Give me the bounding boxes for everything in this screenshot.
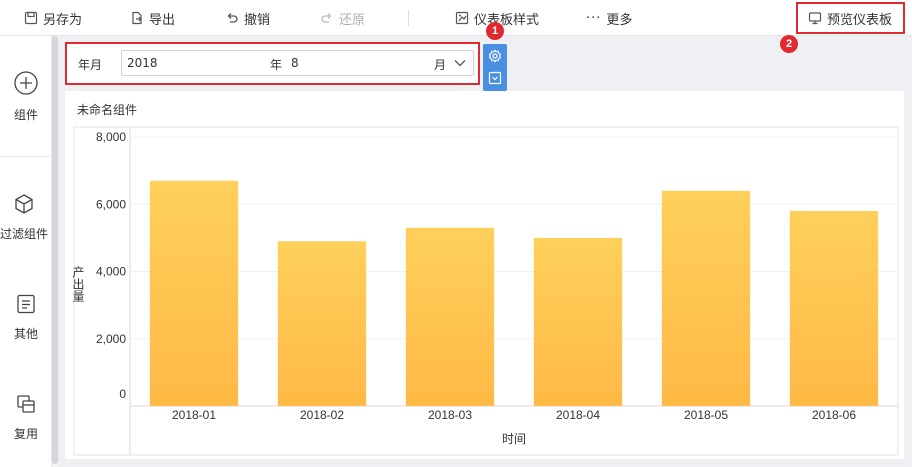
redo-label: 还原 [339, 12, 366, 28]
export-label: 导出 [149, 12, 176, 28]
save-as-label: 另存为 [43, 12, 83, 28]
chart-widget[interactable]: 未命名组件 0 2,000 4,000 6,000 8,000 2018-01 2018-… [65, 91, 904, 459]
sidebar-item-other[interactable]: 其他 [0, 293, 52, 342]
bar-2018-05[interactable] [661, 190, 751, 406]
x-tick-label: 2018-04 [556, 408, 600, 422]
collapse-button[interactable] [487, 70, 503, 86]
toolbar-divider [408, 10, 409, 26]
sidebar-divider [0, 156, 50, 157]
month-value: 8 [291, 56, 299, 70]
y-tick-label: 8,000 [96, 130, 126, 144]
more-label: 更多 [606, 12, 633, 28]
x-tick-label: 2018-05 [684, 408, 728, 422]
more-dots-icon: ··· [586, 10, 602, 26]
x-tick-label: 2018-03 [428, 408, 472, 422]
export-icon [132, 11, 142, 25]
sidebar-scrollbar[interactable] [52, 36, 58, 467]
filter-label: 年月 [78, 58, 103, 72]
month-unit: 月 [434, 58, 447, 72]
year-month-filter: 年月 2018 年 8 月 [65, 42, 480, 85]
save-icon [24, 11, 38, 25]
undo-label: 撤销 [244, 12, 271, 28]
sidebar-item-components[interactable]: 组件 [0, 70, 52, 123]
y-tick-label: 4,000 [96, 265, 126, 279]
x-tick-label: 2018-06 [812, 408, 856, 422]
sidebar-item-label: 复用 [13, 427, 38, 441]
redo-icon [321, 13, 332, 23]
year-month-select[interactable]: 2018 年 8 月 [121, 50, 474, 76]
y-tick-label: 0 [119, 387, 126, 401]
scrollbar-thumb[interactable] [52, 36, 58, 464]
bar-2018-04[interactable] [533, 237, 623, 406]
y-axis-title: 产出量 [71, 266, 85, 302]
sidebar-item-label: 过滤组件 [0, 227, 48, 241]
bar-chart: 0 2,000 4,000 6,000 8,000 2018-01 2018-02 2018… [71, 126, 899, 456]
year-value: 2018 [127, 56, 158, 70]
undo-icon [227, 13, 238, 23]
bar-2018-01[interactable] [149, 180, 239, 406]
bar-2018-03[interactable] [405, 227, 495, 406]
sidebar-item-reuse[interactable]: 复用 [0, 393, 52, 442]
more-button[interactable]: ··· 更多 [586, 0, 632, 36]
chevron-box-icon [488, 71, 502, 85]
chevron-down-icon[interactable] [453, 57, 467, 69]
gear-icon [488, 49, 502, 63]
settings-button[interactable] [487, 48, 503, 64]
y-tick-label: 6,000 [96, 197, 126, 211]
x-tick-label: 2018-01 [172, 408, 216, 422]
plus-circle-icon [14, 71, 38, 95]
sidebar-item-filter-components[interactable]: 过滤组件 [0, 193, 50, 242]
y-tick-label: 2,000 [96, 332, 126, 346]
widget-toolbar [483, 44, 507, 91]
component-sidebar: 组件 过滤组件 其他 复用 [0, 36, 52, 467]
save-as-button[interactable]: 另存为 [24, 0, 82, 36]
x-axis-title: 时间 [502, 432, 526, 446]
sidebar-item-label: 组件 [13, 108, 38, 122]
callout-badge-2: 2 [780, 35, 798, 53]
sidebar-item-label: 其他 [13, 327, 38, 341]
year-unit: 年 [270, 58, 283, 72]
undo-button[interactable]: 撤销 [225, 0, 270, 36]
bar-2018-06[interactable] [789, 210, 879, 406]
dashboard-style-label: 仪表板样式 [474, 12, 540, 28]
preview-highlight-frame [796, 2, 905, 34]
cube-icon [15, 194, 33, 214]
document-icon [17, 294, 35, 314]
toolbar: 另存为 导出 撤销 还原 仪表板样式 ··· 更多 预览仪表板 [0, 0, 912, 36]
export-button[interactable]: 导出 [130, 0, 175, 36]
x-tick-label: 2018-02 [300, 408, 344, 422]
bar-2018-02[interactable] [277, 241, 367, 406]
callout-badge-1: 1 [486, 22, 504, 40]
copy-icon [17, 395, 35, 413]
redo-button[interactable]: 还原 [320, 0, 365, 36]
style-icon [455, 11, 469, 25]
